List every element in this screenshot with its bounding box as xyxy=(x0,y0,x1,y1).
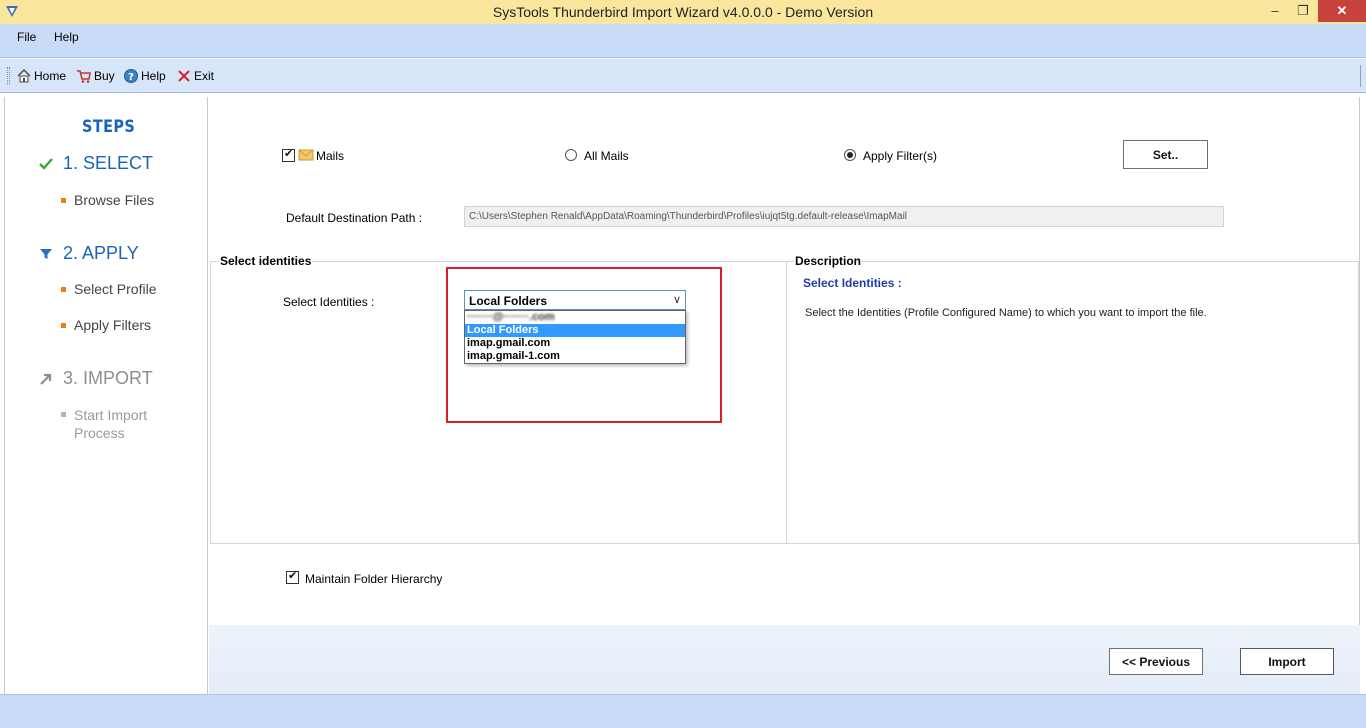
home-label: Home xyxy=(34,69,67,83)
description-text: Select the Identities (Profile Configure… xyxy=(805,307,1207,319)
window-title: SysTools Thunderbird Import Wizard v4.0.… xyxy=(492,4,874,20)
description-heading: Select Identities : xyxy=(803,276,902,290)
apply-filters-radio[interactable] xyxy=(844,149,856,161)
select-identities-label: Select Identities : xyxy=(283,295,375,309)
mails-checkbox[interactable] xyxy=(282,147,295,162)
checkmark-icon xyxy=(37,155,55,173)
apply-filters-label: Apply Filter(s) xyxy=(863,149,938,163)
close-button[interactable]: ✕ xyxy=(1318,0,1366,22)
step-select-profile-label: Select Profile xyxy=(74,281,157,297)
set-filter-button[interactable]: Set.. xyxy=(1123,140,1208,169)
destination-path-field[interactable]: C:\Users\Stephen Renald\AppData\Roaming\… xyxy=(464,206,1224,227)
buy-button[interactable]: Buy xyxy=(76,67,115,85)
menu-bar: File Help xyxy=(0,24,1366,58)
svg-text:?: ? xyxy=(128,72,134,83)
title-bar: SysTools Thunderbird Import Wizard v4.0.… xyxy=(0,0,1366,24)
step-apply: 2. APPLY xyxy=(37,243,139,264)
buy-label: Buy xyxy=(94,69,115,83)
exit-button[interactable]: Exit xyxy=(176,67,214,85)
help-icon: ? xyxy=(124,69,138,83)
bullet-icon xyxy=(61,412,66,417)
home-button[interactable]: Home xyxy=(16,67,66,85)
status-bar xyxy=(0,694,1366,728)
step-apply-filters: Apply Filters xyxy=(61,317,151,333)
highlight-annotation xyxy=(446,267,722,423)
toolbar-end-grip xyxy=(1360,65,1362,87)
import-button[interactable]: Import xyxy=(1240,648,1334,675)
steps-panel: STEPS 1. SELECT Browse Files 2. APPLY Se… xyxy=(4,97,208,694)
minimize-button[interactable]: – xyxy=(1262,0,1288,22)
step-start-import-label: Start Import Process xyxy=(74,407,148,441)
filter-icon xyxy=(37,245,55,263)
bullet-icon xyxy=(61,287,66,292)
step-select-label: 1. SELECT xyxy=(63,153,154,173)
mails-label: Mails xyxy=(316,149,345,163)
description-group-title: Description xyxy=(794,254,863,268)
main-panel: Mails All Mails Apply Filter(s) Set.. De… xyxy=(209,97,1360,694)
description-group xyxy=(786,261,1359,544)
exit-icon xyxy=(178,70,190,82)
maximize-button[interactable]: ❐ xyxy=(1290,0,1316,22)
step-select-profile: Select Profile xyxy=(61,281,156,297)
step-browse-files-label: Browse Files xyxy=(74,192,155,208)
exit-label: Exit xyxy=(194,69,215,83)
select-identities-group-title: Select identities xyxy=(219,254,313,268)
toolbar: Home Buy ? Help Exit xyxy=(0,59,1366,93)
menu-file[interactable]: File xyxy=(17,30,36,44)
all-mails-radio[interactable] xyxy=(565,149,577,161)
help-button[interactable]: ? Help xyxy=(123,67,166,85)
menu-help[interactable]: Help xyxy=(54,30,79,44)
cart-icon xyxy=(77,70,91,83)
bullet-icon xyxy=(61,323,66,328)
arrow-up-right-icon xyxy=(37,370,55,388)
all-mails-label: All Mails xyxy=(584,149,629,163)
maintain-hierarchy-checkbox[interactable] xyxy=(286,569,299,584)
previous-button[interactable]: << Previous xyxy=(1109,648,1203,675)
home-icon xyxy=(17,69,31,83)
step-import-label: 3. IMPORT xyxy=(63,368,153,388)
step-apply-label: 2. APPLY xyxy=(63,243,139,263)
toolbar-grip xyxy=(7,67,10,85)
maintain-hierarchy-label: Maintain Folder Hierarchy xyxy=(305,572,443,586)
step-browse-files: Browse Files xyxy=(61,192,154,208)
bullet-icon xyxy=(61,198,66,203)
mail-icon xyxy=(298,149,314,161)
steps-title: STEPS xyxy=(82,117,136,137)
step-apply-filters-label: Apply Filters xyxy=(74,317,152,333)
help-label: Help xyxy=(141,69,166,83)
step-select: 1. SELECT xyxy=(37,153,153,174)
step-import: 3. IMPORT xyxy=(37,368,153,389)
step-start-import: Start Import Process xyxy=(61,406,181,442)
destination-path-label: Default Destination Path : xyxy=(286,211,423,225)
